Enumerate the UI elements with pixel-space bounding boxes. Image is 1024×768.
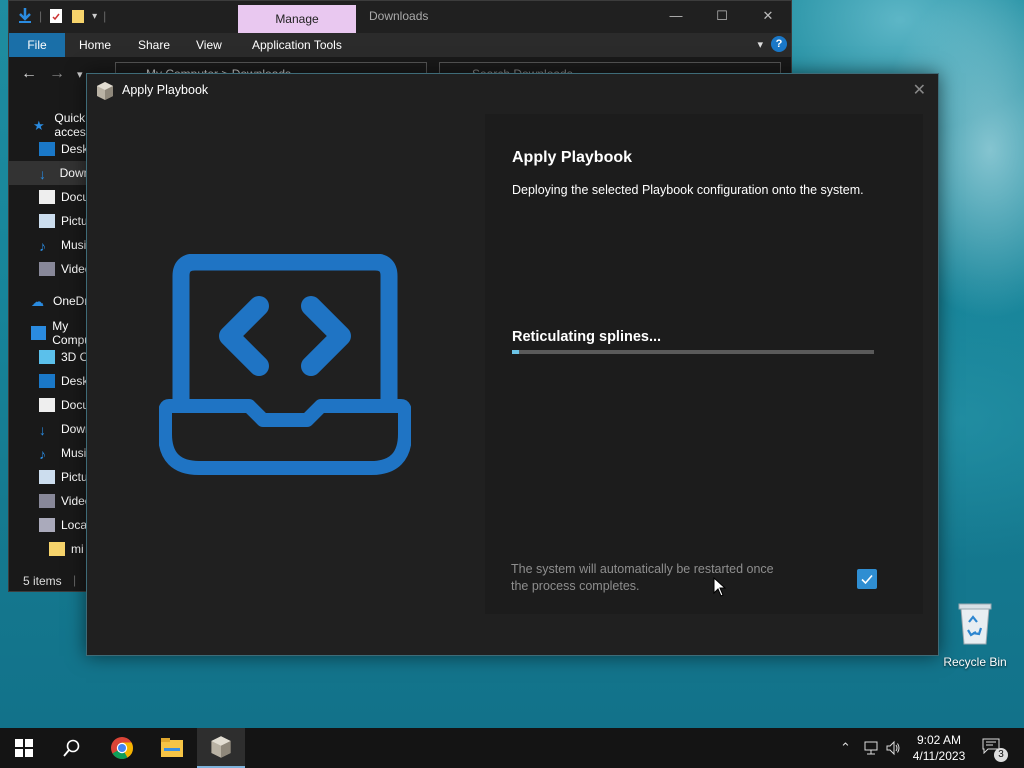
tab-home[interactable]: Home: [79, 33, 111, 57]
recycle-bin-label: Recycle Bin: [943, 655, 1007, 669]
taskbar: ⌃ 9:02 AM 4/11/2023 3: [0, 728, 1024, 768]
progress-bar: [512, 350, 874, 354]
progress-status: Reticulating splines...: [512, 329, 662, 345]
mouse-cursor-icon: [713, 577, 727, 597]
playbook-taskbar-button[interactable]: [197, 728, 245, 768]
video-icon: [39, 262, 55, 276]
folder-icon: [49, 542, 65, 556]
tab-application-tools[interactable]: Application Tools: [252, 33, 342, 57]
chevron-up-icon[interactable]: ⌃: [840, 740, 851, 756]
desktop-icon: [39, 374, 55, 388]
download-icon: ↓: [39, 422, 46, 438]
laptop-code-icon: [159, 254, 411, 475]
recycle-bin[interactable]: Recycle Bin: [940, 600, 1010, 669]
tab-manage[interactable]: Manage: [238, 5, 356, 33]
ribbon-tabs: File Home Share View Application Tools ▾…: [9, 33, 791, 57]
new-folder-icon[interactable]: [70, 7, 86, 25]
checkmark-icon: [861, 574, 873, 585]
video-icon: [39, 494, 55, 508]
restart-checkbox[interactable]: [857, 569, 877, 589]
restart-note: The system will automatically be restart…: [511, 562, 774, 593]
nav-item-label: mi: [71, 542, 84, 556]
toolbar-divider: |: [103, 9, 107, 23]
windows-logo-icon: [15, 739, 33, 757]
close-icon[interactable]: ✕: [913, 80, 926, 100]
tab-view[interactable]: View: [196, 33, 222, 57]
file-explorer-button[interactable]: [148, 728, 196, 768]
network-icon[interactable]: [863, 740, 879, 756]
playbook-app-icon: [97, 82, 113, 100]
item-count: 5 items: [23, 574, 62, 588]
clock-time: 9:02 AM: [916, 733, 962, 747]
tab-file[interactable]: File: [9, 33, 65, 57]
apply-playbook-dialog[interactable]: Apply Playbook ✕ Apply Playbook Deployin…: [86, 73, 939, 656]
window-controls: — ☐ ✕: [653, 1, 791, 31]
picture-icon: [39, 214, 55, 228]
desktop-icon: [39, 142, 55, 156]
back-arrow-icon[interactable]: ←: [21, 65, 37, 83]
drive-icon: [39, 518, 55, 532]
action-center-button[interactable]: 3: [982, 738, 1008, 762]
expand-ribbon-icon[interactable]: ▾: [757, 38, 763, 51]
file-explorer-icon: [161, 738, 183, 757]
progress-fill: [512, 350, 520, 354]
status-divider: |: [73, 573, 77, 587]
document-icon: [39, 398, 55, 412]
window-title: Downloads: [369, 9, 429, 23]
help-icon[interactable]: ?: [771, 36, 787, 52]
music-icon: ♪: [39, 446, 46, 462]
panel-description: Deploying the selected Playbook configur…: [512, 183, 864, 197]
chrome-icon: [111, 737, 133, 759]
tab-share[interactable]: Share: [138, 33, 170, 57]
progress-panel: Apply Playbook Deploying the selected Pl…: [485, 114, 923, 614]
recent-locations-icon[interactable]: ▾: [77, 68, 83, 81]
clock[interactable]: 9:02 AM 4/11/2023: [904, 732, 974, 764]
toolbar-divider: |: [39, 9, 43, 23]
chevron-down-icon[interactable]: ▾: [92, 11, 97, 22]
start-button[interactable]: [0, 728, 48, 768]
cloud-icon: ☁: [31, 294, 44, 309]
chrome-button[interactable]: [98, 728, 146, 768]
clock-date: 4/11/2023: [912, 749, 966, 763]
close-icon[interactable]: ✕: [745, 1, 791, 31]
recycle-bin-icon: [958, 603, 992, 645]
notification-count: 3: [994, 748, 1008, 762]
panel-heading: Apply Playbook: [512, 149, 633, 166]
document-icon: [39, 190, 55, 204]
properties-icon[interactable]: [48, 7, 64, 25]
forward-arrow-icon[interactable]: →: [49, 65, 65, 83]
minimize-icon[interactable]: —: [653, 1, 699, 31]
star-icon: ★: [33, 118, 45, 133]
search-button[interactable]: [48, 728, 96, 768]
ribbon-right: ▾ ?: [757, 36, 787, 52]
explorer-titlebar[interactable]: | ▾ | Manage Downloads — ☐ ✕: [9, 1, 791, 33]
picture-icon: [39, 470, 55, 484]
quick-access-toolbar: | ▾ |: [17, 7, 106, 25]
computer-icon: [31, 326, 47, 340]
download-icon[interactable]: [17, 7, 33, 25]
music-icon: ♪: [39, 238, 46, 254]
cube-icon: [39, 350, 55, 364]
download-icon: ↓: [39, 166, 46, 182]
playbook-app-icon: [211, 736, 231, 758]
dialog-titlebar[interactable]: Apply Playbook ✕: [87, 74, 938, 106]
search-icon: [63, 739, 80, 757]
dialog-title: Apply Playbook: [122, 83, 209, 97]
volume-icon[interactable]: [885, 740, 901, 756]
maximize-icon[interactable]: ☐: [699, 1, 745, 31]
